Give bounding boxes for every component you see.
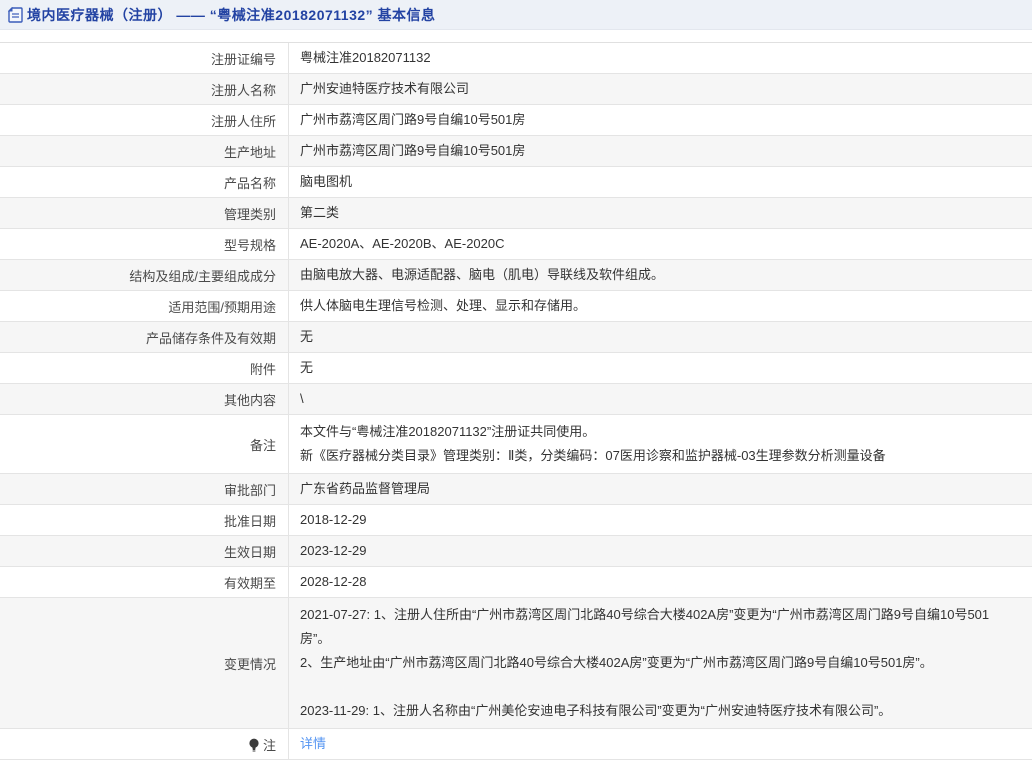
field-label: 注册人名称 (210, 82, 276, 98)
table-row-registrant-address: 注册人住所 广州市荔湾区周门路9号自编10号501房 (0, 105, 1032, 136)
field-value: 脑电图机 (288, 167, 1032, 197)
note-label: 注 (262, 737, 276, 753)
field-value: 2021-07-27: 1、注册人住所由“广州市荔湾区周门北路40号综合大楼40… (288, 598, 1032, 728)
document-icon (8, 6, 23, 23)
field-label: 型号规格 (223, 237, 276, 253)
field-value: 广州市荔湾区周门路9号自编10号501房 (288, 136, 1032, 166)
table-row-attachment: 附件 无 (0, 353, 1032, 384)
table-row-composition: 结构及组成/主要组成成分 由脑电放大器、电源适配器、脑电（肌电）导联线及软件组成… (0, 260, 1032, 291)
field-label-note: 注 (0, 729, 288, 759)
table-row-remarks: 备注 本文件与“粤械注准20182071132”注册证共同使用。 新《医疗器械分… (0, 415, 1032, 474)
change-line-blank (300, 675, 1018, 699)
field-value: 本文件与“粤械注准20182071132”注册证共同使用。 新《医疗器械分类目录… (288, 415, 1032, 473)
table-row-production-address: 生产地址 广州市荔湾区周门路9号自编10号501房 (0, 136, 1032, 167)
field-label: 适用范围/预期用途 (168, 299, 276, 315)
field-value: 广州安迪特医疗技术有限公司 (288, 74, 1032, 104)
field-label: 结构及组成/主要组成成分 (129, 268, 276, 284)
field-label: 其他内容 (223, 392, 276, 408)
field-value: 供人体脑电生理信号检测、处理、显示和存储用。 (288, 291, 1032, 321)
table-row-effective-date: 生效日期 2023-12-29 (0, 536, 1032, 567)
table-row-change-history: 变更情况 2021-07-27: 1、注册人住所由“广州市荔湾区周门北路40号综… (0, 598, 1032, 729)
field-value: AE-2020A、AE-2020B、AE-2020C (288, 229, 1032, 259)
field-label: 附件 (249, 361, 276, 377)
table-row-product-name: 产品名称 脑电图机 (0, 167, 1032, 198)
field-label: 产品储存条件及有效期 (145, 330, 276, 346)
field-value: 粤械注准20182071132 (288, 43, 1032, 73)
table-row-storage-condition: 产品储存条件及有效期 无 (0, 322, 1032, 353)
field-value: 广东省药品监督管理局 (288, 474, 1032, 504)
remark-line: 本文件与“粤械注准20182071132”注册证共同使用。 (300, 424, 596, 439)
field-value: 2028-12-28 (288, 567, 1032, 597)
field-value: 无 (288, 353, 1032, 383)
field-label: 有效期至 (223, 575, 276, 591)
field-value: \ (288, 384, 1032, 414)
field-value: 2023-12-29 (288, 536, 1032, 566)
table-row-intended-use: 适用范围/预期用途 供人体脑电生理信号检测、处理、显示和存储用。 (0, 291, 1032, 322)
table-row-other-content: 其他内容 \ (0, 384, 1032, 415)
table-row-approval-date: 批准日期 2018-12-29 (0, 505, 1032, 536)
table-row-registration-number: 注册证编号 粤械注准20182071132 (0, 43, 1032, 74)
change-line: 2、生产地址由“广州市荔湾区周门北路40号综合大楼402A房”变更为“广州市荔湾… (300, 655, 933, 670)
table-row-management-category: 管理类别 第二类 (0, 198, 1032, 229)
change-line: 2023-11-29: 1、注册人名称由“广州美伦安迪电子科技有限公司”变更为“… (300, 703, 892, 718)
field-value: 详情 (288, 729, 1032, 759)
field-label: 变更情况 (223, 656, 276, 672)
field-value: 2018-12-29 (288, 505, 1032, 535)
field-value: 第二类 (288, 198, 1032, 228)
device-info-table: 注册证编号 粤械注准20182071132 注册人名称 广州安迪特医疗技术有限公… (0, 42, 1032, 760)
table-row-registrant-name: 注册人名称 广州安迪特医疗技术有限公司 (0, 74, 1032, 105)
page-header: 境内医疗器械（注册） —— “粤械注准20182071132” 基本信息 (0, 0, 1032, 30)
field-value: 由脑电放大器、电源适配器、脑电（肌电）导联线及软件组成。 (288, 260, 1032, 290)
field-label: 批准日期 (223, 513, 276, 529)
lightbulb-icon (249, 738, 259, 752)
field-label: 生效日期 (223, 544, 276, 560)
field-label: 管理类别 (223, 206, 276, 222)
field-label: 产品名称 (223, 175, 276, 191)
table-row-model-spec: 型号规格 AE-2020A、AE-2020B、AE-2020C (0, 229, 1032, 260)
table-row-expiry-date: 有效期至 2028-12-28 (0, 567, 1032, 598)
field-label: 生产地址 (223, 144, 276, 160)
field-label: 审批部门 (223, 482, 276, 498)
field-label: 注册人住所 (210, 113, 276, 129)
remark-line: 新《医疗器械分类目录》管理类别：Ⅱ类，分类编码：07医用诊察和监护器械-03生理… (300, 448, 886, 463)
table-row-note: 注 详情 (0, 729, 1032, 760)
change-line: 2021-07-27: 1、注册人住所由“广州市荔湾区周门北路40号综合大楼40… (300, 607, 990, 646)
table-row-approval-department: 审批部门 广东省药品监督管理局 (0, 474, 1032, 505)
field-label: 备注 (249, 437, 276, 453)
details-link[interactable]: 详情 (300, 734, 1018, 754)
field-value: 无 (288, 322, 1032, 352)
page-title: 境内医疗器械（注册） —— “粤械注准20182071132” 基本信息 (27, 6, 436, 23)
field-label: 注册证编号 (210, 51, 276, 67)
field-value: 广州市荔湾区周门路9号自编10号501房 (288, 105, 1032, 135)
